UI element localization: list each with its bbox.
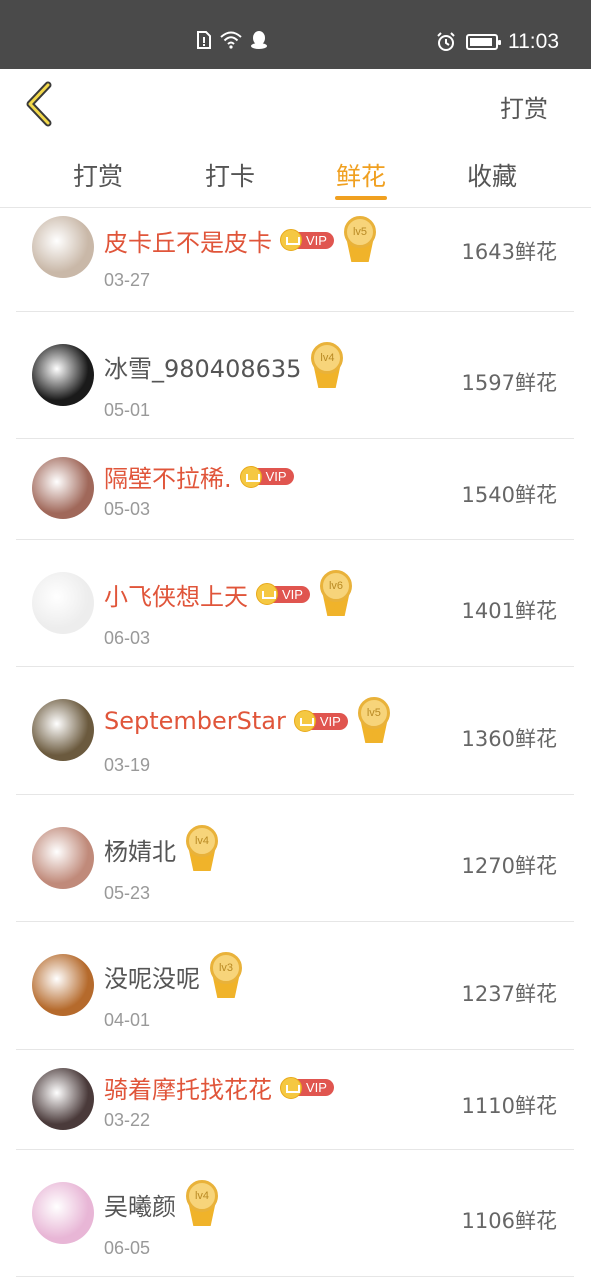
status-right: 11:03 [436, 30, 559, 54]
wifi-icon [220, 31, 242, 49]
flower-count: 1270鲜花 [461, 854, 557, 878]
name-line: 小飞侠想上天 VIP lv6 [104, 570, 354, 618]
level-label: lv6 [319, 570, 352, 602]
status-icons [196, 30, 268, 50]
name-line: 隔壁不拉稀. VIP [104, 459, 294, 494]
date-label: 06-05 [104, 1238, 151, 1258]
user-name[interactable]: 小飞侠想上天 [104, 577, 248, 612]
flower-count: 1237鲜花 [461, 982, 557, 1006]
flower-count: 1401鲜花 [461, 599, 557, 623]
date-label: 04-01 [104, 1010, 151, 1030]
level-medal-icon: lv6 [318, 570, 354, 618]
user-name[interactable]: 隔壁不拉稀. [104, 459, 232, 494]
list-item[interactable]: 没呢没呢 lv3 04-01 1237鲜花 [16, 922, 574, 1050]
avatar[interactable] [32, 344, 94, 406]
crown-icon [256, 583, 278, 605]
vip-badge: VIP [280, 1076, 334, 1099]
name-line: 杨婧北 lv4 [104, 825, 220, 873]
list-item[interactable]: SeptemberStar VIP lv5 03-19 1360鲜花 [16, 667, 574, 795]
crown-icon [280, 1076, 302, 1099]
user-name[interactable]: SeptemberStar [104, 707, 286, 735]
top-bar: 打赏 [0, 69, 591, 141]
level-medal-icon: lv5 [342, 216, 378, 264]
tab-bar: 打赏 打卡 鲜花 收藏 [0, 141, 591, 208]
list-item[interactable]: 冰雪_980408635 lv4 05-01 1597鲜花 [16, 312, 574, 439]
sim-alert-icon [197, 31, 211, 49]
user-name[interactable]: 吴曦颜 [104, 1187, 176, 1222]
avatar[interactable] [32, 699, 94, 761]
list-item[interactable]: 皮卡丘不是皮卡 VIP lv5 03-27 1643鲜花 [16, 208, 574, 312]
tab-favorites[interactable]: 收藏 [442, 157, 542, 193]
avatar[interactable] [32, 572, 94, 634]
battery-icon [466, 34, 501, 50]
crown-icon [239, 465, 262, 488]
vip-badge: VIP [280, 229, 334, 251]
alarm-icon [437, 32, 455, 51]
flower-count: 1110鲜花 [461, 1094, 557, 1118]
user-name[interactable]: 骑着摩托找花花 [104, 1070, 272, 1105]
vip-badge: VIP [256, 583, 310, 605]
name-line: 没呢没呢 lv3 [104, 952, 244, 1000]
flower-count: 1597鲜花 [461, 371, 557, 395]
flower-count: 1540鲜花 [461, 483, 557, 507]
level-label: lv3 [210, 952, 242, 984]
level-medal-icon: lv4 [309, 342, 345, 390]
avatar[interactable] [32, 1068, 94, 1130]
name-line: 骑着摩托找花花 VIP [104, 1070, 334, 1105]
tab-flowers[interactable]: 鲜花 [311, 157, 411, 193]
status-bar: 11:03 [0, 0, 591, 69]
level-label: lv5 [357, 697, 390, 729]
vip-badge: VIP [293, 710, 348, 732]
list-item[interactable]: 杨婧北 lv4 05-23 1270鲜花 [16, 795, 574, 922]
name-line: 吴曦颜 lv4 [104, 1180, 220, 1228]
level-label: lv4 [186, 1180, 218, 1212]
level-label: lv4 [186, 825, 218, 857]
date-label: 03-19 [104, 755, 151, 775]
qq-icon [251, 31, 267, 49]
crown-icon [280, 229, 302, 251]
date-label: 03-27 [104, 270, 151, 290]
date-label: 05-01 [104, 400, 151, 420]
name-line: 冰雪_980408635 lv4 [104, 342, 345, 390]
level-medal-icon: lv3 [208, 952, 244, 1000]
list-item[interactable]: 隔壁不拉稀. VIP 05-03 1540鲜花 [16, 439, 574, 540]
level-medal-icon: lv4 [184, 825, 220, 873]
chevron-left-icon[interactable] [22, 81, 58, 127]
avatar[interactable] [32, 1182, 94, 1244]
level-label: lv5 [343, 216, 376, 248]
battery-fill [470, 38, 492, 46]
date-label: 05-03 [104, 499, 151, 519]
list-item[interactable]: 小飞侠想上天 VIP lv6 06-03 1401鲜花 [16, 540, 574, 667]
list-item[interactable]: 骑着摩托找花花 VIP 03-22 1110鲜花 [16, 1050, 574, 1150]
level-medal-icon: lv5 [356, 697, 392, 745]
reward-button[interactable]: 打赏 [500, 89, 548, 124]
list-item[interactable]: 吴曦颜 lv4 06-05 1106鲜花 [16, 1150, 574, 1277]
date-label: 05-23 [104, 883, 151, 903]
avatar[interactable] [32, 216, 94, 278]
flower-count: 1106鲜花 [461, 1209, 557, 1233]
tab-reward[interactable]: 打赏 [48, 157, 148, 193]
name-line: 皮卡丘不是皮卡 VIP lv5 [104, 216, 378, 264]
user-name[interactable]: 没呢没呢 [104, 959, 200, 994]
avatar[interactable] [32, 457, 94, 519]
avatar[interactable] [32, 954, 94, 1016]
flower-count: 1360鲜花 [461, 727, 557, 751]
active-tab-indicator [335, 196, 387, 200]
tab-checkin[interactable]: 打卡 [180, 157, 280, 193]
vip-badge: VIP [239, 465, 294, 488]
clock: 11:03 [508, 30, 559, 53]
name-line: SeptemberStar VIP lv5 [104, 697, 392, 745]
date-label: 06-03 [104, 628, 151, 648]
flower-count: 1643鲜花 [461, 240, 557, 264]
date-label: 03-22 [104, 1110, 151, 1130]
user-name[interactable]: 皮卡丘不是皮卡 [104, 223, 272, 258]
avatar[interactable] [32, 827, 94, 889]
level-medal-icon: lv4 [184, 1180, 220, 1228]
user-name[interactable]: 杨婧北 [104, 832, 176, 867]
crown-icon [293, 710, 316, 732]
user-name[interactable]: 冰雪_980408635 [104, 349, 301, 384]
